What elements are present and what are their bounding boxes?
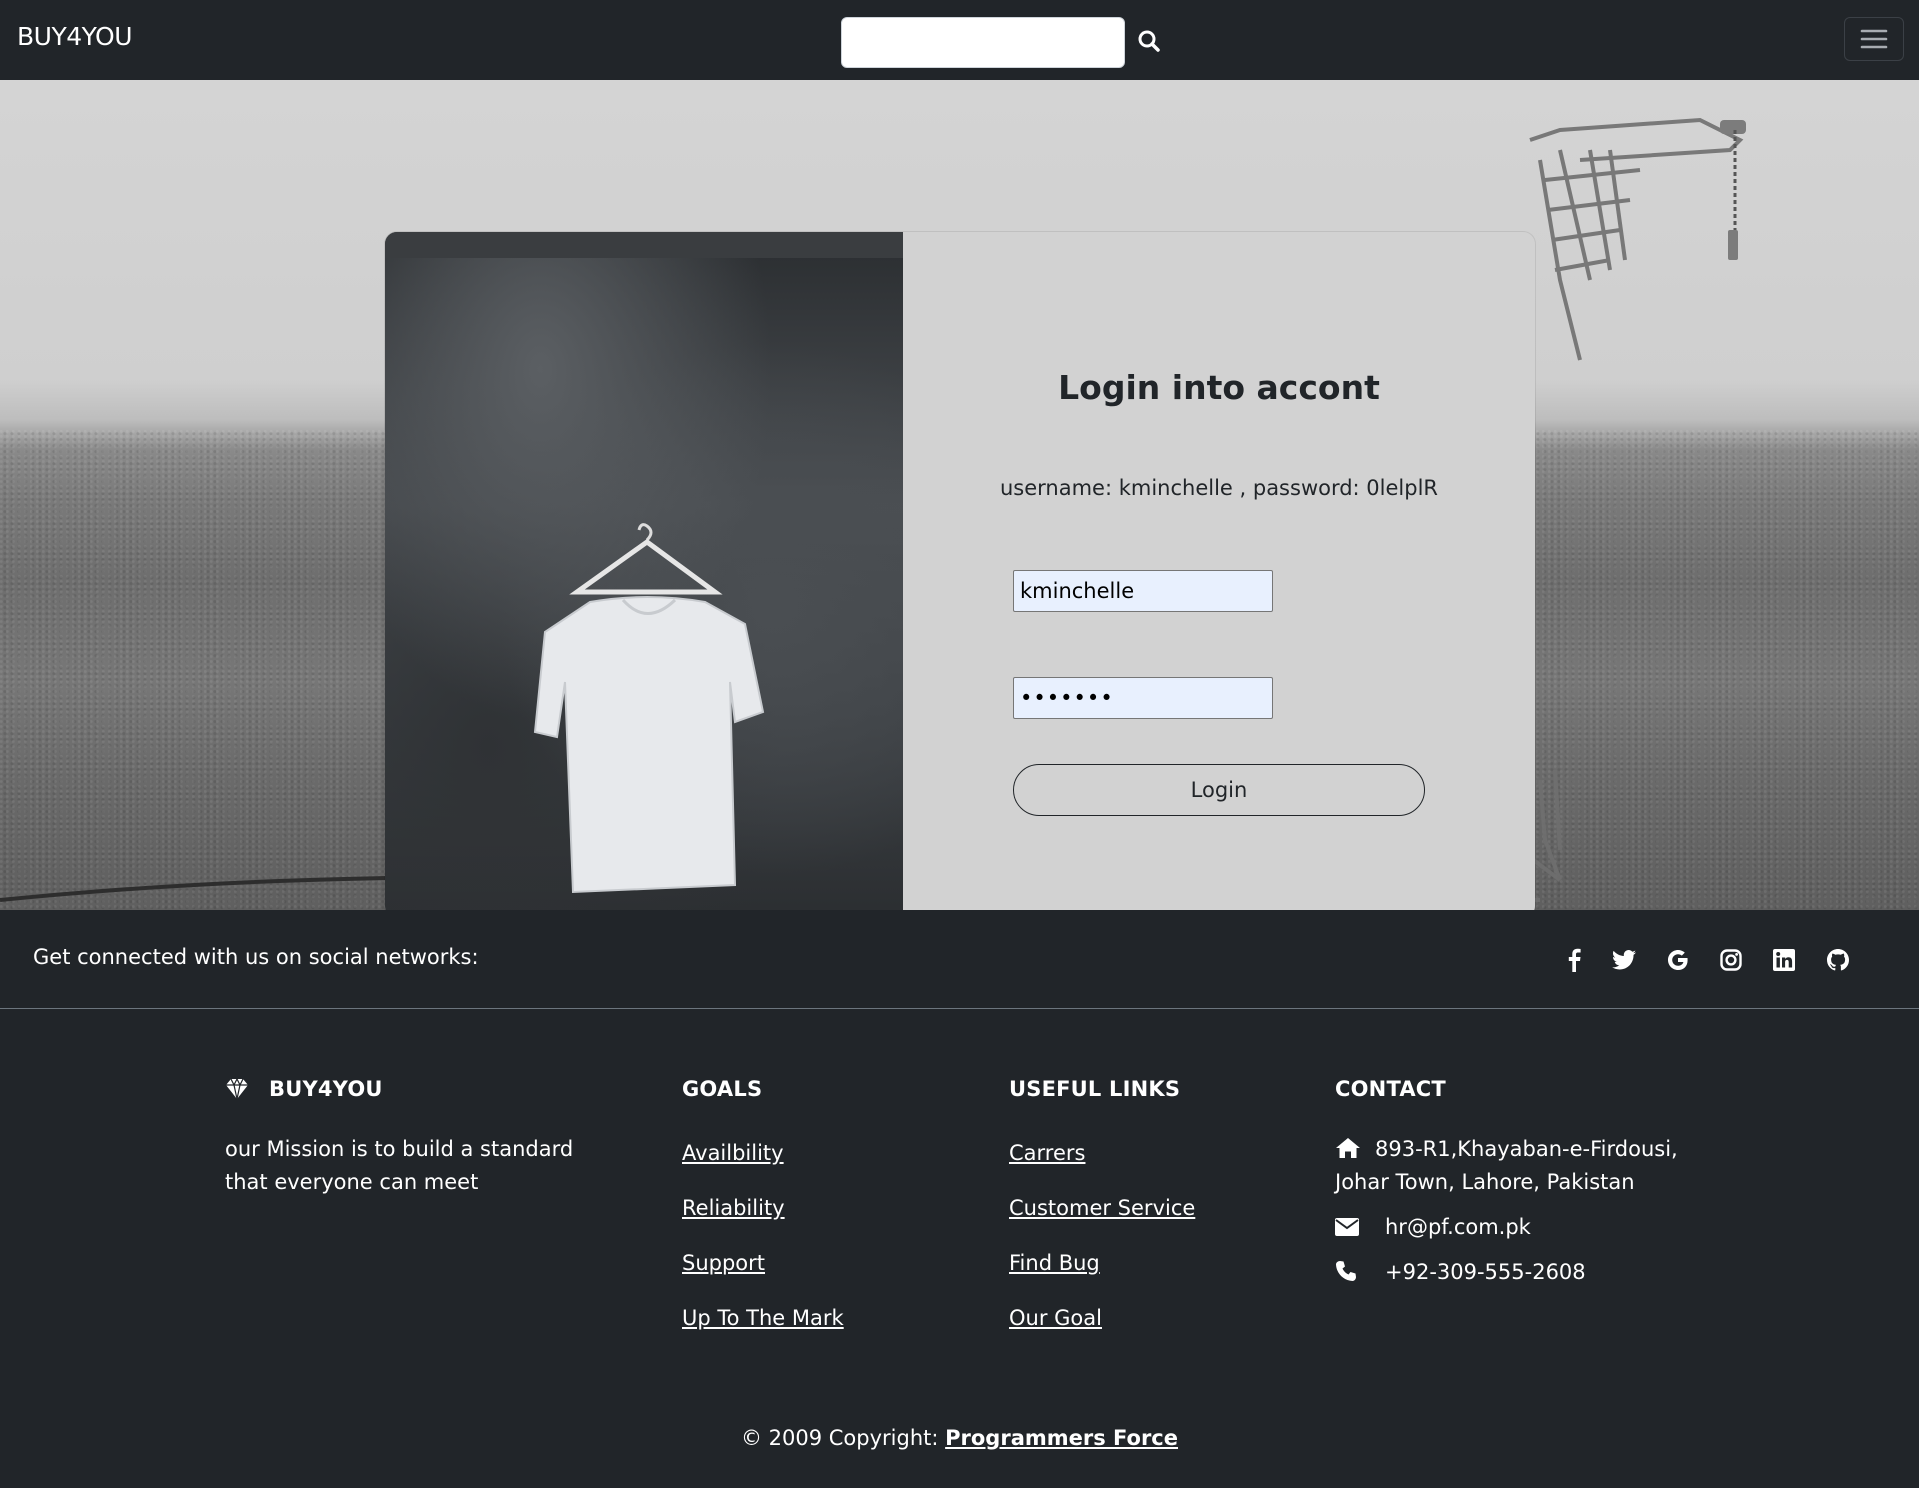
- navbar: BUY4YOU: [0, 0, 1919, 80]
- contact-phone: +92-309-555-2608: [1335, 1256, 1678, 1289]
- login-button[interactable]: Login: [1013, 764, 1425, 816]
- copyright-link[interactable]: Programmers Force: [945, 1426, 1178, 1450]
- phone-icon: [1336, 1261, 1356, 1281]
- goals-links: Availbility Reliability Support Up To Th…: [682, 1139, 844, 1359]
- useful-link-find-bug[interactable]: Find Bug: [1009, 1249, 1195, 1304]
- tshirt-photo: [385, 232, 903, 910]
- login-form: Login into accont username: kminchelle ,…: [903, 232, 1535, 910]
- useful-links: Carrers Customer Service Find Bug Our Go…: [1009, 1139, 1195, 1359]
- envelope-icon: [1335, 1218, 1359, 1236]
- credentials-hint: username: kminchelle , password: 0lelplR: [999, 476, 1439, 500]
- search-input[interactable]: [841, 17, 1125, 68]
- contact-email: hr@pf.com.pk: [1335, 1211, 1678, 1244]
- username-input[interactable]: kminchelle: [1013, 570, 1273, 612]
- contact-details: 893-R1,Khayaban-e-Firdousi, Johar Town, …: [1335, 1133, 1678, 1289]
- gem-icon: [226, 1078, 248, 1100]
- home-icon: [1336, 1138, 1360, 1158]
- email-text: hr@pf.com.pk: [1385, 1215, 1531, 1239]
- address-line-2: Johar Town, Lahore, Pakistan: [1335, 1170, 1635, 1194]
- login-title: Login into accont: [1058, 368, 1380, 407]
- footer-brand-title: BUY4YOU: [225, 1075, 573, 1103]
- twitter-icon: [1612, 950, 1636, 970]
- goals-title: GOALS: [682, 1077, 763, 1101]
- linkedin-link[interactable]: [1770, 946, 1798, 974]
- google-link[interactable]: [1664, 946, 1692, 974]
- mission-line-2: that everyone can meet: [225, 1170, 479, 1194]
- hamburger-menu-icon: [1860, 29, 1888, 49]
- mission-text: our Mission is to build a standard that …: [225, 1133, 573, 1199]
- phone-text: +92-309-555-2608: [1385, 1260, 1586, 1284]
- facebook-link[interactable]: [1560, 946, 1588, 974]
- footer-goals-column: GOALS Availbility Reliability Support Up…: [682, 1075, 844, 1359]
- social-bar: Get connected with us on social networks…: [0, 910, 1919, 1009]
- copyright-prefix: © 2009 Copyright:: [740, 1426, 946, 1450]
- twitter-link[interactable]: [1610, 946, 1638, 974]
- goals-link-support[interactable]: Support: [682, 1249, 844, 1304]
- contact-address: 893-R1,Khayaban-e-Firdousi, Johar Town, …: [1335, 1133, 1678, 1199]
- password-input[interactable]: •••••••: [1013, 677, 1273, 719]
- footer-useful-links-column: USEFUL LINKS Carrers Customer Service Fi…: [1009, 1075, 1195, 1359]
- mission-line-1: our Mission is to build a standard: [225, 1137, 574, 1161]
- login-card: Login into accont username: kminchelle ,…: [385, 232, 1535, 910]
- goals-link-up-to-the-mark[interactable]: Up To The Mark: [682, 1304, 844, 1359]
- footer-brand-label: BUY4YOU: [269, 1077, 383, 1101]
- linkedin-icon: [1773, 949, 1795, 971]
- tshirt-image: [533, 523, 765, 894]
- social-text: Get connected with us on social networks…: [33, 945, 479, 969]
- hero-background: Login into accont username: kminchelle ,…: [0, 80, 1919, 910]
- navbar-toggler-button[interactable]: [1844, 17, 1904, 61]
- useful-link-our-goal[interactable]: Our Goal: [1009, 1304, 1195, 1359]
- footer-contact-column: CONTACT 893-R1,Khayaban-e-Firdousi, Joha…: [1335, 1075, 1678, 1289]
- useful-links-title: USEFUL LINKS: [1009, 1077, 1181, 1101]
- github-icon: [1827, 949, 1849, 971]
- useful-link-customer-service[interactable]: Customer Service: [1009, 1194, 1195, 1249]
- facebook-icon: [1568, 948, 1581, 972]
- goals-link-reliability[interactable]: Reliability: [682, 1194, 844, 1249]
- instagram-link[interactable]: [1717, 946, 1745, 974]
- contact-title: CONTACT: [1335, 1077, 1446, 1101]
- goals-link-availbility[interactable]: Availbility: [682, 1139, 844, 1194]
- useful-link-carrers[interactable]: Carrers: [1009, 1139, 1195, 1194]
- footer-brand-column: BUY4YOU our Mission is to build a standa…: [225, 1075, 573, 1199]
- search-icon: [1138, 30, 1160, 52]
- instagram-icon: [1720, 949, 1742, 971]
- google-icon: [1668, 950, 1688, 970]
- address-line-1: 893-R1,Khayaban-e-Firdousi,: [1375, 1137, 1678, 1161]
- navbar-brand[interactable]: BUY4YOU: [17, 22, 133, 51]
- copyright: © 2009 Copyright: Programmers Force: [0, 1426, 1919, 1450]
- github-link[interactable]: [1824, 946, 1852, 974]
- search-button[interactable]: [1134, 26, 1164, 56]
